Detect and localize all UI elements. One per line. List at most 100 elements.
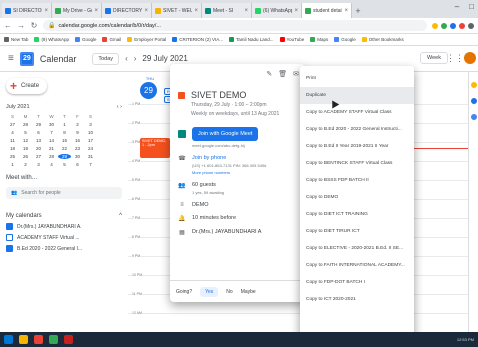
mini-calendar-day[interactable]: 3 <box>32 162 45 167</box>
mini-calendar-day[interactable]: 1 <box>58 122 71 127</box>
mini-calendar-day[interactable]: 30 <box>71 154 84 159</box>
bookmark-item[interactable]: Maps <box>310 37 328 42</box>
forward-icon[interactable]: → <box>17 21 25 30</box>
close-icon[interactable]: × <box>144 8 148 14</box>
search-people-input[interactable]: 👥 Search for people <box>6 187 122 199</box>
menu-item[interactable]: Print <box>300 70 414 87</box>
close-icon[interactable]: × <box>244 8 248 14</box>
mini-calendar-day[interactable]: 6 <box>32 130 45 135</box>
bookmark-item[interactable]: New Tab <box>4 37 28 42</box>
checkbox[interactable] <box>6 234 13 241</box>
back-icon[interactable]: ← <box>4 21 12 30</box>
calendar-list-item[interactable]: ACADEMY STAFF Virtual ... <box>6 234 122 241</box>
today-button[interactable]: Today <box>92 52 120 65</box>
mini-calendar-day[interactable]: 1 <box>6 162 19 167</box>
mini-calendar-day[interactable]: 14 <box>45 138 58 143</box>
browser-tab[interactable]: DIRECTORY × <box>102 3 152 18</box>
bookmark-item[interactable]: Google <box>334 37 356 42</box>
calendar-list-item[interactable]: B.Ed 2020 - 2022 General I... <box>6 245 122 252</box>
menu-item[interactable]: Copy to ICT 2020-2021 <box>300 291 414 308</box>
tasks-icon[interactable] <box>470 98 477 104</box>
mini-calendar-day[interactable]: 4 <box>6 130 19 135</box>
mini-calendar-day[interactable]: 26 <box>19 154 32 159</box>
browser-tab[interactable]: My Drive - Go × <box>52 3 102 18</box>
rsvp-maybe-button[interactable]: Maybe <box>241 289 256 295</box>
more-phone-link[interactable]: More phone numbers <box>192 170 266 175</box>
contacts-icon[interactable] <box>470 114 477 120</box>
mini-calendar-nav[interactable]: ‹ › <box>117 104 122 110</box>
reload-icon[interactable]: ↻ <box>30 21 38 30</box>
avatar[interactable] <box>464 52 476 64</box>
chevron-right-icon[interactable]: › <box>134 54 137 63</box>
close-icon[interactable]: × <box>294 8 298 14</box>
menu-item[interactable]: Copy to BENTINCK STAFF Virtual Class <box>300 155 414 172</box>
menu-item[interactable]: Copy to ACADEMY STAFF Virtual Class <box>300 104 414 121</box>
guests-count[interactable]: 60 guests <box>192 182 224 188</box>
menu-item[interactable]: Copy to B.Ed 2020 - 2022 General Instruc… <box>300 121 414 138</box>
mini-calendar-day[interactable]: 28 <box>19 122 32 127</box>
join-meet-button[interactable]: Join with Google Meet <box>192 127 259 141</box>
menu-item[interactable]: Copy to DEMO <box>300 189 414 206</box>
mini-calendar-day[interactable]: 6 <box>71 162 84 167</box>
close-icon[interactable]: × <box>94 8 98 14</box>
clock[interactable]: 12:53 PM <box>457 337 474 342</box>
my-calendars-header[interactable]: My calendars ^ <box>6 213 122 219</box>
close-icon[interactable]: × <box>194 8 198 14</box>
browser-tab[interactable]: student details × <box>302 3 352 18</box>
mini-calendar-day[interactable]: 2 <box>71 122 84 127</box>
browser-tab[interactable]: Meet - SI × <box>202 3 252 18</box>
menu-item[interactable]: Copy to B.Ed II Year 2019-2021 II Year <box>300 138 414 155</box>
mini-calendar-day[interactable]: 7 <box>84 162 97 167</box>
mini-calendar-day[interactable]: 30 <box>45 122 58 127</box>
mini-calendar-day[interactable]: 10 <box>84 130 97 135</box>
mini-calendar-day[interactable]: 27 <box>32 154 45 159</box>
event-chip[interactable]: SIVET DEMO, 1 - 2pm <box>140 138 170 158</box>
minimize-icon[interactable]: – <box>455 2 459 11</box>
mini-calendar-day[interactable]: 15 <box>58 138 71 143</box>
meet-link[interactable]: meet.google.com/abc-defg-hij <box>192 143 258 148</box>
chevron-up-icon[interactable]: ^ <box>119 213 122 219</box>
bookmark-item[interactable]: Employer Portal <box>127 37 166 42</box>
start-icon[interactable] <box>4 335 13 344</box>
mini-calendar-day[interactable]: 4 <box>45 162 58 167</box>
close-icon[interactable]: × <box>44 8 48 14</box>
media-icon[interactable] <box>64 335 73 344</box>
mini-calendar-day[interactable]: 24 <box>84 146 97 151</box>
mini-calendar-day[interactable]: 18 <box>6 146 19 151</box>
menu-item[interactable]: Copy to DIET ICT TRAINING <box>300 206 414 223</box>
checkbox[interactable] <box>6 245 13 252</box>
mini-calendar-day[interactable]: 23 <box>71 146 84 151</box>
browser-tab[interactable]: (6) WhatsApp × <box>252 3 302 18</box>
hour-row[interactable]: 12 AM <box>128 311 468 332</box>
mini-calendar-day[interactable]: 5 <box>19 130 32 135</box>
menu-item[interactable]: Copy to FAITH INTERNATIONAL ACADEMY... <box>300 257 414 274</box>
mini-calendar-day[interactable]: 19 <box>19 146 32 151</box>
mini-calendar-day[interactable]: 28 <box>45 154 58 159</box>
mini-calendar-day[interactable]: 21 <box>45 146 58 151</box>
create-button[interactable]: + Create <box>6 78 47 94</box>
email-icon[interactable]: ✉ <box>293 70 299 78</box>
new-tab-button[interactable]: + <box>352 3 364 18</box>
mini-calendar-day[interactable]: 29 <box>32 122 45 127</box>
mini-calendar-day[interactable]: 17 <box>84 138 97 143</box>
bookmark-item[interactable]: CRITERION (2) VIA... <box>172 37 223 42</box>
main-menu-icon[interactable]: ≡ <box>8 53 14 64</box>
file-explorer-icon[interactable] <box>19 335 28 344</box>
maximize-icon[interactable]: □ <box>469 2 474 11</box>
view-selector[interactable]: Week <box>420 52 448 64</box>
menu-item[interactable]: Copy to FDP-DOT BATCH I <box>300 274 414 291</box>
bookmark-item[interactable]: (9) WhatsApp <box>34 37 69 42</box>
mini-calendar-day[interactable]: 9 <box>71 130 84 135</box>
calendar-list-item[interactable]: Dr.(Mrs.) JAYABUNDHARI A. <box>6 223 122 230</box>
rsvp-no-button[interactable]: No <box>226 289 232 295</box>
menu-item[interactable]: Copy to DIET TIRUR ICT <box>300 223 414 240</box>
keep-icon[interactable] <box>470 82 477 88</box>
rsvp-yes-button[interactable]: Yes <box>200 286 219 297</box>
bookmark-item[interactable]: YouTube <box>279 37 304 42</box>
mini-calendar-day[interactable]: 3 <box>84 122 97 127</box>
mini-calendar-day[interactable]: 2 <box>19 162 32 167</box>
mini-calendar-day[interactable]: 12 <box>19 138 32 143</box>
mini-calendar-day[interactable]: 25 <box>6 154 19 159</box>
menu-item[interactable]: Copy to BSSS FDP BATCH II <box>300 172 414 189</box>
browser-tab[interactable]: SI DIRECTORY× <box>2 3 52 18</box>
